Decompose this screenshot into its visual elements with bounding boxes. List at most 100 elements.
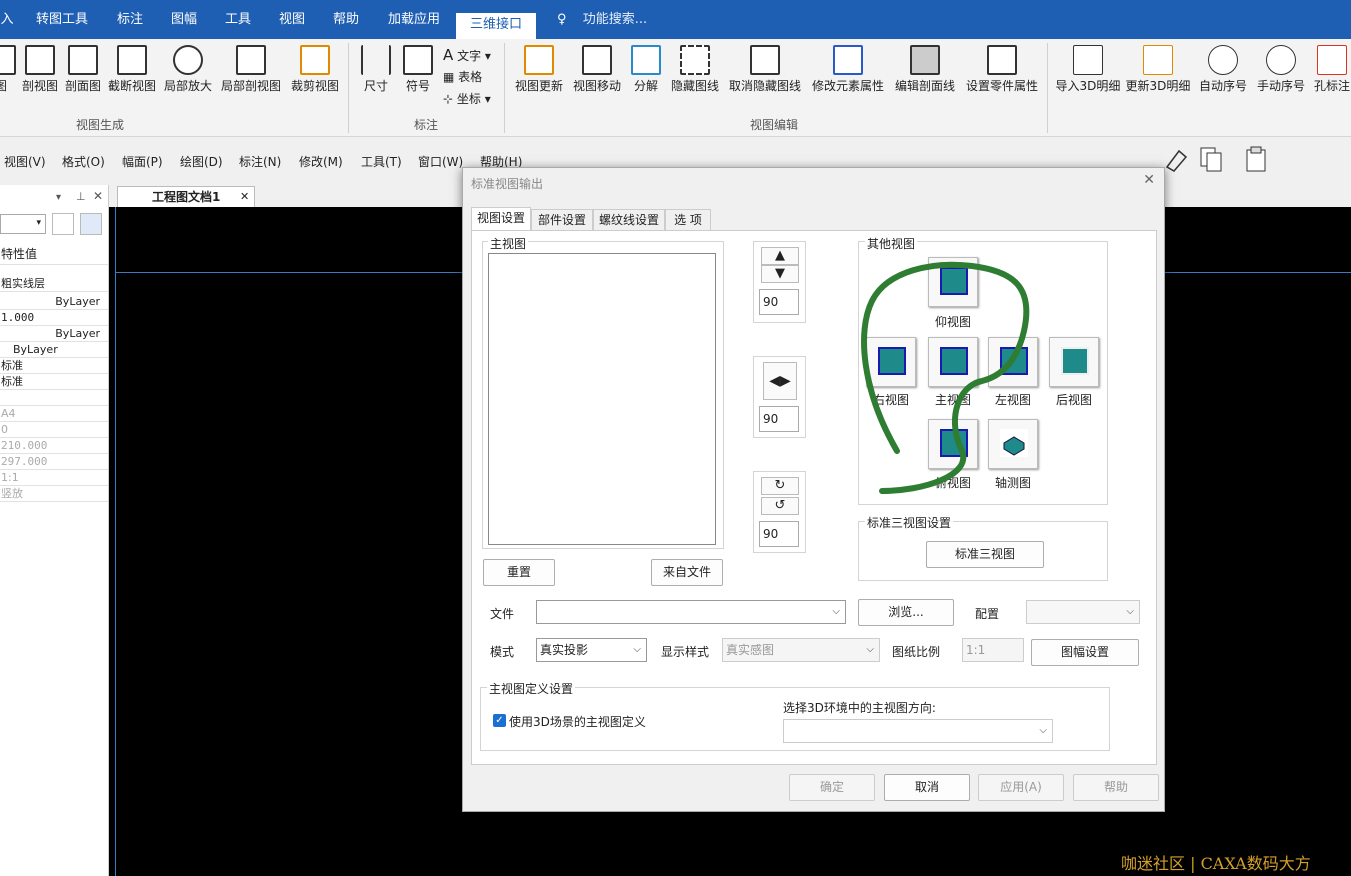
scale-input[interactable]: 1:1	[962, 638, 1024, 662]
manual-balloon-button[interactable]: 手动序号	[1254, 45, 1308, 94]
menu-tab-convert-tools[interactable]: 转图工具	[28, 0, 96, 39]
standard-3view-button[interactable]: 标准三视图	[926, 541, 1044, 568]
table-button[interactable]: ▦ 表格	[443, 68, 482, 85]
menu-draw[interactable]: 绘图(D)	[180, 153, 223, 170]
tab-content: 主视图 重置 来自文件 ▲ ▼ 90 ◀▶ 90 ↻ ↺ 90 其他视图 仰视图…	[471, 230, 1157, 765]
ribbon-separator	[348, 43, 349, 133]
menu-tab-annotate[interactable]: 标注	[108, 0, 152, 39]
tab-thread-settings[interactable]: 螺纹线设置	[593, 209, 665, 231]
select-object-icon[interactable]	[80, 213, 102, 235]
property-layer[interactable]: 粗实线层	[0, 276, 108, 292]
menu-format[interactable]: 格式(O)	[62, 153, 105, 170]
auto-balloon-button[interactable]: 自动序号	[1196, 45, 1250, 94]
display-style-label: 显示样式	[661, 645, 710, 659]
dimension-icon	[361, 45, 391, 75]
from-file-button[interactable]: 来自文件	[651, 559, 723, 586]
broken-view-button[interactable]: 截断视图	[106, 45, 158, 94]
edit-hatch-button[interactable]: 编辑剖面线	[892, 45, 958, 94]
filter-select[interactable]: ▾	[0, 214, 46, 234]
feature-search[interactable]: 功能搜索...	[580, 0, 650, 39]
tab-options[interactable]: 选 项	[665, 209, 711, 231]
update-3d-bom-button[interactable]: 更新3D明细	[1124, 45, 1192, 94]
document-tab[interactable]: 工程图文档1 ✕	[117, 186, 255, 208]
close-icon[interactable]: ✕	[93, 189, 103, 203]
view-move-icon	[582, 45, 612, 75]
arrow-down-icon[interactable]: ▼	[761, 265, 799, 283]
import-3d-bom-button[interactable]: 导入3D明细	[1054, 45, 1122, 94]
menu-view[interactable]: 视图(V)	[4, 153, 46, 170]
view-move-button[interactable]: 视图移动	[570, 45, 624, 94]
menu-tab-help[interactable]: 帮助	[324, 0, 368, 39]
property-linetype[interactable]: ByLayer	[0, 294, 108, 310]
detail-view-button[interactable]: 局部放大	[162, 45, 214, 94]
menu-tab-partial[interactable]: 入	[0, 0, 14, 39]
section-view-button[interactable]: 剖视图	[20, 45, 60, 94]
close-icon[interactable]: ✕	[1143, 172, 1155, 188]
sheet-settings-button[interactable]: 图幅设置	[1031, 639, 1139, 666]
partial-section-button[interactable]: 局部剖视图	[218, 45, 284, 94]
modify-element-button[interactable]: 修改元素属性	[808, 45, 888, 94]
view-update-button[interactable]: 视图更新	[512, 45, 566, 94]
pin-icon[interactable]: ⊥	[76, 190, 86, 203]
arrow-left-right-icon[interactable]: ◀▶	[763, 362, 797, 400]
paste-icon[interactable]	[1244, 145, 1270, 173]
dimension-button[interactable]: 尺寸	[358, 45, 394, 94]
property-color[interactable]: ByLayer	[0, 342, 108, 358]
ribbon-view-partial[interactable]: 图	[0, 45, 16, 94]
apply-button[interactable]: 应用(A)	[978, 774, 1064, 801]
cross-section-button[interactable]: 剖面图	[63, 45, 103, 94]
menu-sheet[interactable]: 幅面(P)	[122, 153, 163, 170]
menu-tab-3d-interface[interactable]: 三维接口	[456, 13, 536, 39]
display-style-select[interactable]: 真实感图 ⌵	[722, 638, 880, 662]
menu-tools[interactable]: 工具(T)	[361, 153, 402, 170]
text-button[interactable]: A 文字 ▾	[443, 46, 491, 64]
menu-tab-addons[interactable]: 加载应用	[380, 0, 448, 39]
reset-button[interactable]: 重置	[483, 559, 555, 586]
direction-select[interactable]: ⌵	[783, 719, 1053, 743]
copy-icon[interactable]	[1198, 145, 1224, 173]
use-3d-checkbox[interactable]: ✓	[493, 714, 506, 727]
horizontal-angle-input[interactable]: 90	[759, 406, 799, 432]
menu-modify[interactable]: 修改(M)	[299, 153, 343, 170]
panel-menu-icon[interactable]: ▾	[56, 192, 61, 203]
property-linescale[interactable]: 1.000	[0, 310, 108, 326]
explode-button[interactable]: 分解	[630, 45, 662, 94]
menu-tab-view[interactable]: 视图	[270, 0, 314, 39]
help-button[interactable]: 帮助	[1073, 774, 1159, 801]
property-dim-style[interactable]: 标准	[0, 374, 108, 390]
close-tab-icon[interactable]: ✕	[240, 187, 249, 207]
vertical-angle-input[interactable]: 90	[759, 289, 799, 315]
chevron-down-icon: ⌵	[832, 606, 840, 617]
coordinate-button[interactable]: ⊹ 坐标 ▾	[443, 90, 491, 107]
cancel-button[interactable]: 取消	[884, 774, 970, 801]
hole-annotation-button[interactable]: 孔标注	[1310, 45, 1351, 94]
rotate-ccw-icon[interactable]: ↺	[761, 497, 799, 515]
rotate-angle-input[interactable]: 90	[759, 521, 799, 547]
quick-select-icon[interactable]	[52, 213, 74, 235]
tab-part-settings[interactable]: 部件设置	[531, 209, 593, 231]
arrow-up-icon[interactable]: ▲	[761, 247, 799, 265]
symbol-button[interactable]: 符号	[400, 45, 436, 94]
ok-button[interactable]: 确定	[789, 774, 875, 801]
property-lineweight[interactable]: ByLayer	[0, 326, 108, 342]
menu-tab-sheet[interactable]: 图幅	[162, 0, 206, 39]
property-blank	[0, 390, 108, 406]
file-select[interactable]: ⌵	[536, 600, 846, 624]
property-text-style[interactable]: 标准	[0, 358, 108, 374]
config-select[interactable]: ⌵	[1026, 600, 1140, 624]
unhide-lines-button[interactable]: 取消隐藏图线	[726, 45, 804, 94]
part-properties-button[interactable]: 设置零件属性	[962, 45, 1042, 94]
rotate-cw-icon[interactable]: ↻	[761, 477, 799, 495]
menu-tab-tools[interactable]: 工具	[216, 0, 260, 39]
menu-annotate[interactable]: 标注(N)	[239, 153, 281, 170]
green-freehand-annotation	[861, 261, 1030, 494]
property-placement: 竖放	[0, 486, 108, 502]
back-view-button[interactable]	[1049, 337, 1099, 387]
hide-lines-button[interactable]: 隐藏图线	[668, 45, 722, 94]
menu-window[interactable]: 窗口(W)	[418, 153, 463, 170]
mode-select[interactable]: 真实投影 ⌵	[536, 638, 647, 662]
browse-button[interactable]: 浏览...	[858, 599, 954, 626]
toolbar-tool-icon[interactable]	[1164, 145, 1190, 173]
crop-view-button[interactable]: 裁剪视图	[288, 45, 342, 94]
tab-view-settings[interactable]: 视图设置	[471, 207, 531, 231]
